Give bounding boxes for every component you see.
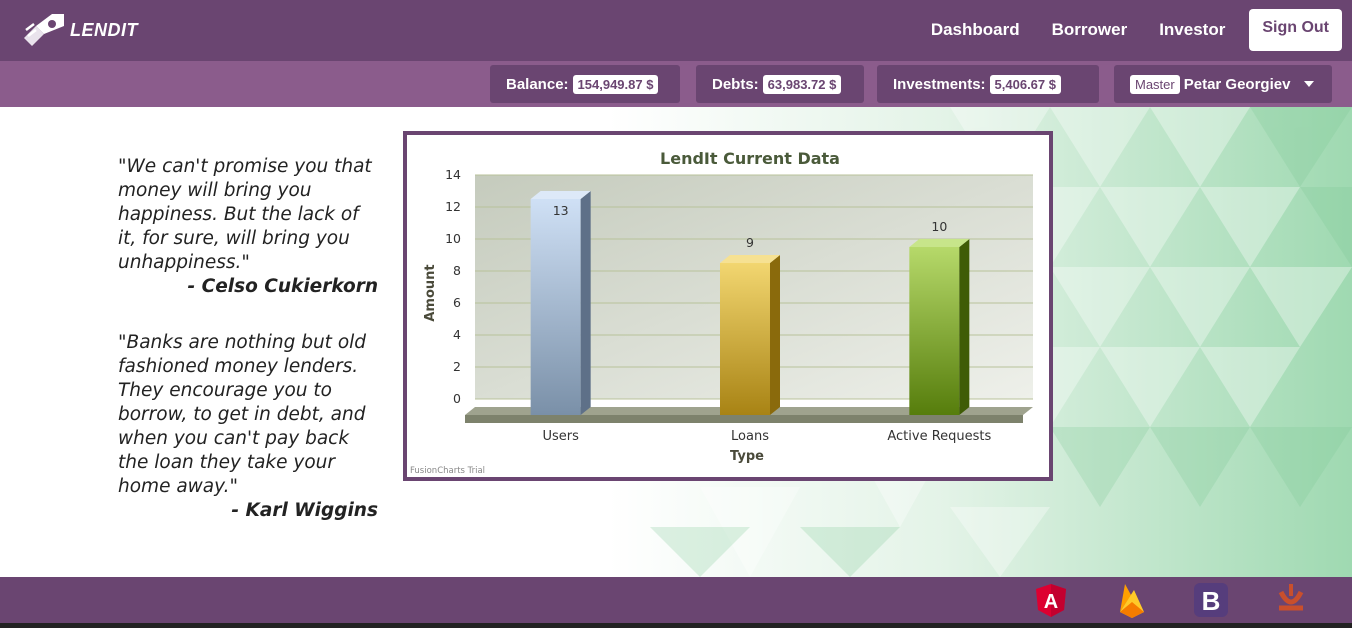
y-tick-label: 4: [453, 327, 461, 342]
y-tick-label: 14: [445, 167, 461, 182]
bar-side: [959, 239, 970, 415]
footer-bottom-strip: [0, 623, 1352, 628]
svg-text:B: B: [1202, 586, 1221, 616]
brand-name: LENDIT: [70, 19, 138, 40]
navbar: LENDIT Dashboard Borrower Investor Sign …: [0, 0, 1352, 61]
debts-label: Debts:: [712, 75, 759, 93]
rocket-logo-icon: [24, 14, 64, 46]
chart-container: LendIt Current Data 0 2 4 6 8 10 12 14 13 Users 9 Lo…: [403, 131, 1053, 481]
bar-side: [770, 255, 780, 415]
jasmine-icon: [1278, 584, 1304, 611]
bar-users: [530, 199, 581, 415]
quote-text: "We can't promise you that money will br…: [118, 156, 372, 273]
nav-links: Dashboard Borrower Investor Sign Out: [915, 8, 1342, 52]
balance-value: 154,949.87 $: [572, 74, 659, 94]
data-label: 13: [553, 203, 569, 218]
bar-chart: LendIt Current Data 0 2 4 6 8 10 12 14 13 Users 9 Lo…: [410, 149, 1033, 476]
quote-item: "Banks are nothing but old fashioned mon…: [118, 331, 378, 523]
x-tick-label: Loans: [731, 429, 769, 444]
bar-top: [530, 191, 591, 199]
sign-out-button[interactable]: Sign Out: [1249, 9, 1342, 51]
quote-author: - Celso Cukierkorn: [187, 276, 378, 297]
quote-author: - Karl Wiggins: [231, 500, 378, 521]
debts-pill: Debts: 63,983.72 $: [696, 65, 864, 103]
investments-value: 5,406.67 $: [989, 74, 1061, 94]
y-tick-label: 0: [453, 391, 461, 406]
user-name: Petar Georgiev: [1183, 75, 1291, 93]
quote-text: "Banks are nothing but old fashioned mon…: [118, 332, 367, 497]
investments-label: Investments:: [893, 75, 986, 93]
bar-top: [720, 255, 780, 263]
firebase-icon: [1120, 584, 1144, 618]
data-label: 9: [746, 235, 754, 250]
debts-value: 63,983.72 $: [762, 74, 842, 94]
y-tick-label: 8: [453, 263, 461, 278]
balance-pill: Balance: 154,949.87 $: [490, 65, 680, 103]
nav-dashboard[interactable]: Dashboard: [915, 8, 1036, 52]
y-tick-label: 10: [445, 231, 461, 246]
x-tick-label: Active Requests: [887, 429, 991, 444]
angular-icon: A: [1036, 584, 1066, 617]
investments-pill: Investments: 5,406.67 $: [877, 65, 1099, 103]
caret-down-icon: [1304, 81, 1315, 87]
y-tick-label: 2: [453, 359, 461, 374]
quote-item: "We can't promise you that money will br…: [118, 155, 378, 299]
bar-top: [909, 239, 970, 247]
bar-loans: [720, 263, 770, 415]
y-axis-label: Amount: [423, 264, 438, 321]
summary-bar: Balance: 154,949.87 $ Debts: 63,983.72 $…: [0, 61, 1352, 107]
user-role-badge: Master: [1130, 74, 1180, 94]
footer: A B: [0, 577, 1352, 623]
bar-side: [580, 191, 591, 415]
x-axis-label: Type: [730, 449, 764, 464]
bootstrap-icon: B: [1194, 583, 1228, 617]
bar-active-requests: [909, 247, 960, 415]
chart-watermark: FusionCharts Trial: [410, 466, 485, 476]
y-tick-label: 12: [445, 199, 461, 214]
y-tick-label: 6: [453, 295, 461, 310]
x-tick-label: Users: [542, 429, 579, 444]
brand[interactable]: LENDIT: [22, 12, 138, 48]
nav-investor[interactable]: Investor: [1143, 8, 1241, 52]
quotes-section: "We can't promise you that money will br…: [118, 155, 378, 555]
data-label: 10: [931, 219, 947, 234]
user-dropdown[interactable]: Master Petar Georgiev: [1114, 65, 1332, 103]
chart-floor-front: [465, 415, 1023, 423]
balance-label: Balance:: [506, 75, 569, 93]
chart-title: LendIt Current Data: [660, 149, 840, 168]
svg-text:A: A: [1044, 591, 1058, 613]
nav-borrower[interactable]: Borrower: [1036, 8, 1144, 52]
